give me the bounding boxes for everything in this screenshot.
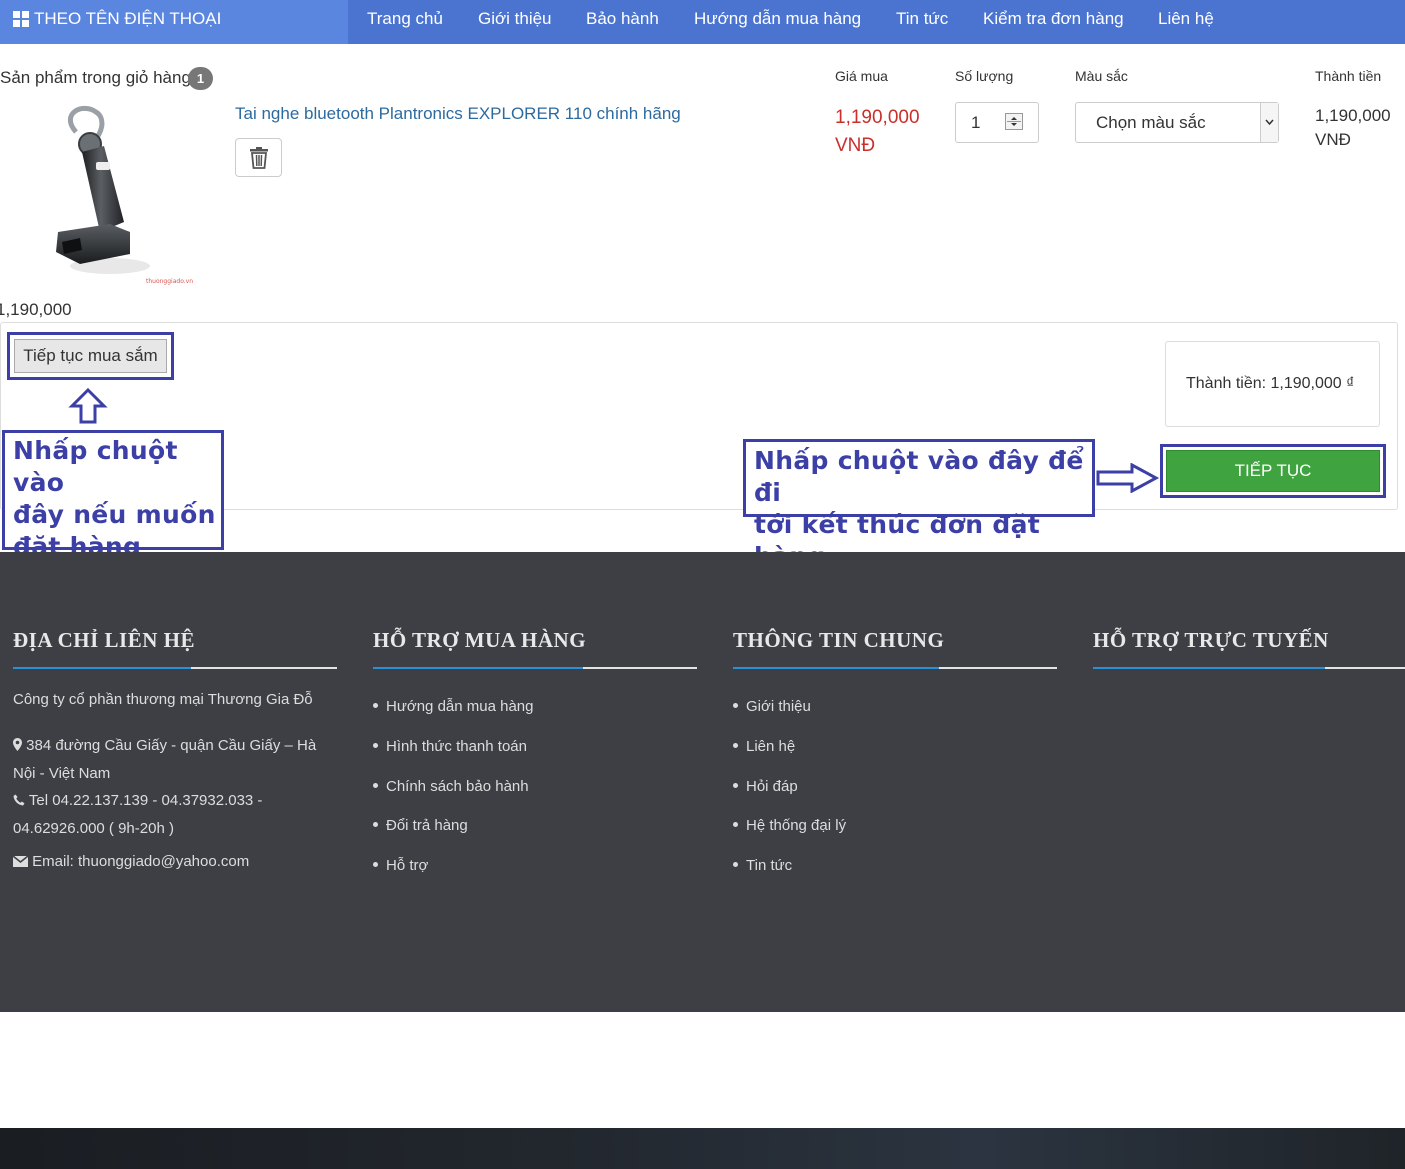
bullet-icon bbox=[373, 821, 378, 827]
bullet-icon bbox=[373, 861, 378, 867]
footer-link-help[interactable]: Hỗ trợ bbox=[373, 857, 428, 874]
footer-link-label: Đổi trả hàng bbox=[386, 817, 468, 834]
annotation-continue-shopping: Nhấp chuột vào đây nếu muốn đặt hàng thê… bbox=[2, 430, 224, 593]
footer-link-payment[interactable]: Hình thức thanh toán bbox=[373, 738, 527, 755]
chevron-down-icon bbox=[1260, 103, 1278, 142]
footer-link-dealers[interactable]: Hệ thống đại lý bbox=[733, 817, 846, 834]
cart-title: Sản phẩm trong giỏ hàng bbox=[0, 68, 191, 87]
footer-link-label: Hỗ trợ bbox=[386, 857, 429, 874]
footer-link-warranty[interactable]: Chính sách bảo hành bbox=[373, 778, 529, 795]
annotation-line: Nhấp chuột vào đây để đi bbox=[754, 446, 1084, 507]
bullet-icon bbox=[733, 702, 738, 708]
product-name-link[interactable]: Tai nghe bluetooth Plantronics EXPLORER … bbox=[235, 104, 681, 124]
footer-link-contact[interactable]: Liên hệ bbox=[733, 738, 795, 755]
bullet-icon bbox=[373, 782, 378, 788]
nav-item-warranty[interactable]: Bảo hành bbox=[586, 0, 659, 38]
unit-price: 1,190,000 VNĐ bbox=[835, 104, 935, 160]
map-marker-icon bbox=[13, 738, 22, 751]
nav-item-order-check[interactable]: Kiểm tra đơn hàng bbox=[983, 0, 1124, 38]
footer-tel: Tel 04.22.137.139 - 04.37932.033 - bbox=[13, 787, 262, 815]
total-amount: Thành tiền: 1,190,000 ₫ bbox=[1186, 375, 1355, 392]
bullet-icon bbox=[733, 821, 738, 827]
footer-tel-line1: Tel 04.22.137.139 - 04.37932.033 - bbox=[28, 792, 263, 809]
column-header-price: Giá mua bbox=[835, 68, 888, 84]
bottom-dark-strip bbox=[0, 1128, 1405, 1169]
footer-divider-accent bbox=[373, 667, 583, 669]
unit-price-currency: VNĐ bbox=[835, 135, 876, 156]
footer-heading-support: HỖ TRỢ MUA HÀNG bbox=[373, 628, 587, 652]
line-subtotal-currency: VNĐ bbox=[1315, 130, 1351, 149]
footer-address-line2: Nội - Việt Nam bbox=[13, 765, 111, 782]
trash-icon bbox=[250, 147, 268, 169]
product-image[interactable]: thuonggiado.vn bbox=[40, 104, 210, 286]
nav-item-buying-guide[interactable]: Hướng dẫn mua hàng bbox=[694, 0, 861, 38]
footer-link-label: Tin tức bbox=[746, 857, 793, 874]
footer-email: Email: thuonggiado@yahoo.com bbox=[12, 848, 250, 876]
line-subtotal: 1,190,000 VNĐ bbox=[1315, 104, 1405, 152]
footer-heading-contact: ĐỊA CHỈ LIÊN HỆ bbox=[13, 628, 195, 652]
nav-item-news[interactable]: Tin tức bbox=[896, 0, 948, 38]
spinner-arrows-icon[interactable] bbox=[1005, 113, 1023, 130]
footer-link-buying-guide[interactable]: Hướng dẫn mua hàng bbox=[373, 698, 533, 715]
category-menu-label: THEO TÊN ĐIỆN THOẠI bbox=[34, 9, 222, 28]
annotation-checkout: Nhấp chuột vào đây để đi tới kết thúc đơ… bbox=[743, 439, 1095, 571]
footer-link-returns[interactable]: Đổi trả hàng bbox=[373, 817, 468, 834]
footer-tel-line2: 04.62926.000 ( 9h-20h ) bbox=[13, 820, 174, 837]
footer-link-faq[interactable]: Hỏi đáp bbox=[733, 778, 798, 795]
footer-link-label: Liên hệ bbox=[746, 738, 796, 755]
footer-company: Công ty cổ phần thương mại Thương Gia Đỗ bbox=[13, 691, 313, 708]
footer-divider-accent bbox=[1093, 667, 1325, 669]
bullet-icon bbox=[733, 782, 738, 788]
mobile-price: 1,190,000 bbox=[0, 300, 72, 319]
nav-item-about[interactable]: Giới thiệu bbox=[478, 0, 552, 38]
footer-heading-online: HỖ TRỢ TRỰC TUYẾN bbox=[1093, 628, 1329, 652]
bullet-icon bbox=[373, 742, 378, 748]
arrow-up-icon bbox=[68, 388, 108, 424]
footer-address-line1: 384 đường Cầu Giấy - quận Cầu Giấy – Hà bbox=[26, 737, 317, 754]
footer-link-label: Chính sách bảo hành bbox=[386, 778, 529, 795]
footer-link-label: Hệ thống đại lý bbox=[746, 817, 847, 834]
nav-item-home[interactable]: Trang chủ bbox=[367, 0, 443, 38]
footer-heading-info: THÔNG TIN CHUNG bbox=[733, 628, 945, 652]
column-header-quantity: Số lượng bbox=[955, 68, 1014, 84]
checkout-button[interactable]: TIẾP TỤC bbox=[1166, 450, 1380, 492]
footer-address: 384 đường Cầu Giấy - quận Cầu Giấy – Hà bbox=[13, 732, 316, 760]
bullet-icon bbox=[733, 861, 738, 867]
nav-item-contact[interactable]: Liên hệ bbox=[1158, 0, 1214, 38]
color-select-value: Chọn màu sắc bbox=[1096, 113, 1206, 132]
footer-link-label: Hình thức thanh toán bbox=[386, 738, 527, 755]
quantity-stepper[interactable]: 1 bbox=[955, 102, 1039, 143]
grid-icon bbox=[13, 11, 29, 27]
footer-link-label: Giới thiệu bbox=[746, 698, 811, 715]
footer-divider-accent bbox=[13, 667, 191, 669]
product-image-watermark: thuonggiado.vn bbox=[146, 278, 193, 285]
footer-link-label: Hướng dẫn mua hàng bbox=[386, 698, 534, 715]
annotation-line: đây nếu muốn bbox=[13, 500, 216, 529]
cart-count-badge: 1 bbox=[188, 67, 213, 90]
color-select[interactable]: Chọn màu sắc bbox=[1075, 102, 1279, 143]
bullet-icon bbox=[733, 742, 738, 748]
footer-email-text: Email: thuonggiado@yahoo.com bbox=[32, 853, 250, 870]
annotation-line: Nhấp chuột vào bbox=[13, 436, 178, 497]
footer bbox=[0, 552, 1405, 1012]
unit-price-value: 1,190,000 bbox=[835, 107, 920, 128]
footer-divider-accent bbox=[733, 667, 939, 669]
continue-shopping-button[interactable]: Tiếp tục mua sắm bbox=[14, 339, 167, 373]
footer-link-about[interactable]: Giới thiệu bbox=[733, 698, 811, 715]
category-menu-button[interactable]: THEO TÊN ĐIỆN THOẠI bbox=[0, 0, 348, 44]
phone-icon bbox=[13, 794, 25, 806]
footer-link-label: Hỏi đáp bbox=[746, 778, 798, 795]
bullet-icon bbox=[373, 702, 378, 708]
footer-link-news[interactable]: Tin tức bbox=[733, 857, 792, 874]
envelope-icon bbox=[12, 855, 29, 867]
column-header-color: Màu sắc bbox=[1075, 68, 1128, 84]
column-header-subtotal: Thành tiền bbox=[1315, 68, 1382, 84]
total-box: Thành tiền: 1,190,000 ₫ bbox=[1165, 341, 1380, 427]
quantity-value: 1 bbox=[971, 113, 981, 132]
delete-item-button[interactable] bbox=[235, 138, 282, 177]
line-subtotal-value: 1,190,000 bbox=[1315, 106, 1391, 125]
arrow-right-icon bbox=[1096, 463, 1160, 493]
